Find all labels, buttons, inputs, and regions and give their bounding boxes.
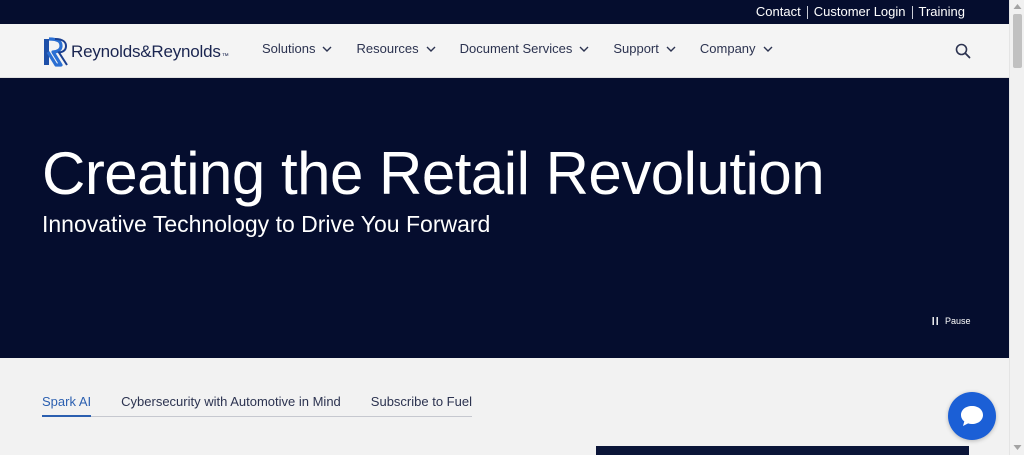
scroll-up-arrow-icon[interactable] bbox=[1013, 3, 1022, 10]
nav-label: Support bbox=[613, 41, 659, 56]
chevron-down-icon bbox=[426, 46, 436, 52]
nav-label: Resources bbox=[356, 41, 419, 56]
nav-support[interactable]: Support bbox=[613, 41, 676, 56]
logo[interactable]: Reynolds&Reynolds ™ bbox=[42, 36, 229, 68]
chat-bubble-icon bbox=[961, 406, 983, 426]
chat-button[interactable] bbox=[948, 392, 996, 440]
chevron-down-icon bbox=[666, 46, 676, 52]
pause-button[interactable]: Pause bbox=[932, 316, 971, 326]
page-scrollbar[interactable] bbox=[1009, 0, 1024, 455]
section-image-cutoff bbox=[596, 446, 969, 455]
tab-cybersecurity[interactable]: Cybersecurity with Automotive in Mind bbox=[121, 394, 341, 416]
scroll-down-arrow-icon[interactable] bbox=[1013, 444, 1022, 451]
nav-resources[interactable]: Resources bbox=[356, 41, 436, 56]
logo-trademark: ™ bbox=[221, 53, 229, 60]
section-heading-cutoff bbox=[42, 446, 362, 455]
search-icon[interactable] bbox=[955, 43, 971, 59]
nav-label: Solutions bbox=[262, 41, 316, 56]
contact-link[interactable]: Contact bbox=[750, 5, 807, 19]
utility-bar: Contact Customer Login Training bbox=[0, 0, 1009, 24]
tab-subscribe-to-fuel[interactable]: Subscribe to Fuel bbox=[371, 394, 472, 416]
nav-company[interactable]: Company bbox=[700, 41, 773, 56]
chevron-down-icon bbox=[763, 46, 773, 52]
hero-banner: Creating the Retail Revolution Innovativ… bbox=[0, 78, 1009, 358]
customer-login-link[interactable]: Customer Login bbox=[808, 5, 912, 19]
nav-label: Company bbox=[699, 41, 756, 56]
hero-title: Creating the Retail Revolution bbox=[42, 140, 825, 207]
feature-tabs: Spark AI Cybersecurity with Automotive i… bbox=[42, 394, 472, 417]
chevron-down-icon bbox=[579, 46, 589, 52]
tab-spark-ai[interactable]: Spark AI bbox=[42, 394, 92, 417]
hero-subtitle: Innovative Technology to Drive You Forwa… bbox=[42, 211, 491, 237]
pause-label: Pause bbox=[945, 316, 971, 326]
logo-text: Reynolds&Reynolds bbox=[71, 42, 221, 61]
nav-document-services[interactable]: Document Services bbox=[460, 41, 590, 56]
nav-solutions[interactable]: Solutions bbox=[262, 41, 332, 56]
pause-icon bbox=[932, 317, 938, 325]
training-link[interactable]: Training bbox=[913, 5, 971, 19]
scrollbar-thumb[interactable] bbox=[1013, 14, 1022, 68]
nav-label: Document Services bbox=[459, 41, 573, 56]
main-header: Reynolds&Reynolds ™ Solutions Resources … bbox=[0, 24, 1009, 78]
main-nav: Solutions Resources Document Services Su… bbox=[262, 41, 773, 56]
chevron-down-icon bbox=[322, 46, 332, 52]
logo-mark-icon bbox=[44, 37, 68, 67]
